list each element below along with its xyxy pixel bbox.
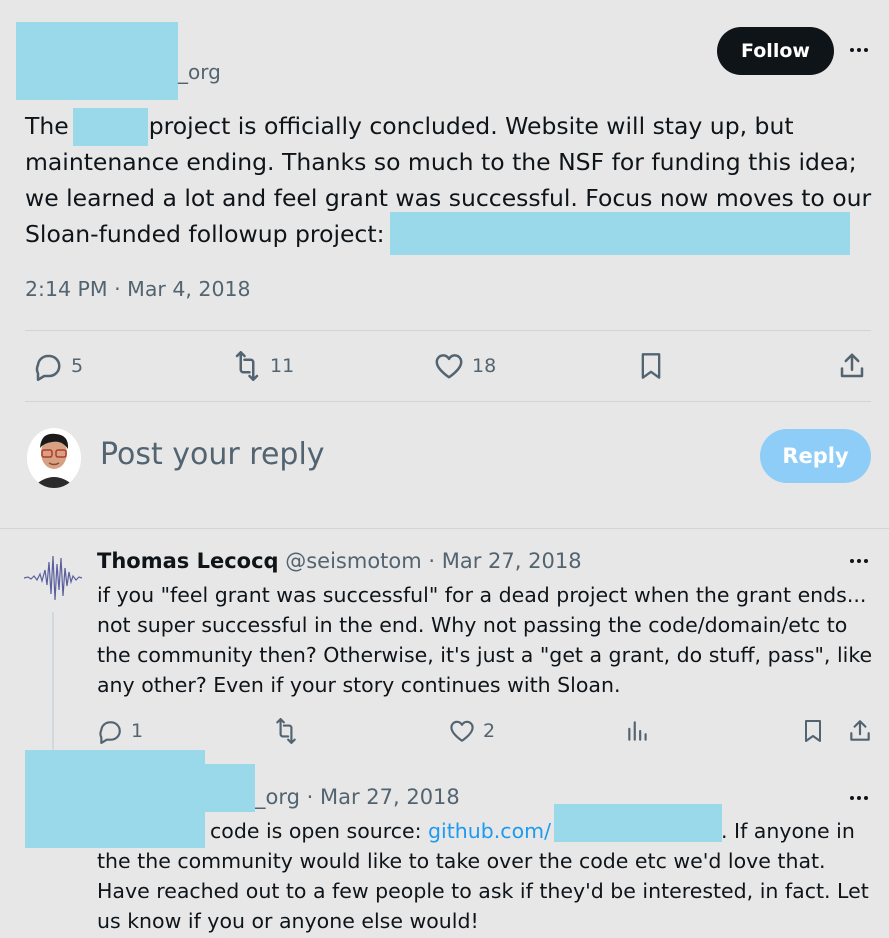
analytics-icon [628, 721, 647, 741]
reply-icon [35, 354, 61, 381]
repost-count: 11 [270, 355, 295, 377]
repost-icon [276, 718, 296, 744]
share-action[interactable] [837, 351, 867, 381]
tweet-thread: _org Follow The project is officially con… [0, 0, 889, 938]
thread-connector-line [52, 612, 54, 752]
seismogram-avatar[interactable] [22, 550, 84, 606]
repost-icon [235, 351, 259, 381]
reply-icon [99, 721, 121, 744]
reply-1-header: Thomas Lecocq @seismotom · Mar 27, 2018 [97, 549, 582, 573]
github-link[interactable]: github.com/ [428, 819, 551, 843]
reply-2-header: _org · Mar 27, 2018 [255, 785, 460, 809]
bookmark-icon [641, 353, 661, 379]
seismogram-avatar-image [23, 555, 83, 601]
more-options-icon[interactable] [850, 796, 868, 800]
post-timestamp[interactable]: 2:14 PM · Mar 4, 2018 [25, 277, 251, 301]
redacted-repo-path[interactable] [554, 804, 722, 842]
reply-2-text-part-1: code is open source: [210, 819, 422, 843]
like-count: 18 [472, 355, 497, 377]
reply-1-bookmark-action[interactable] [801, 718, 825, 744]
reply-action[interactable]: 5 [33, 351, 83, 381]
reply-1-like-action[interactable]: 2 [449, 718, 495, 744]
reply-button[interactable]: Reply [760, 429, 871, 483]
post-text-part-1: The [25, 112, 69, 140]
like-action[interactable]: 18 [434, 351, 496, 381]
reply-1-views-action[interactable] [625, 718, 651, 744]
redacted-avatar-and-name [25, 750, 205, 848]
share-icon [840, 353, 864, 378]
reply-1-handle-date[interactable]: @seismotom · Mar 27, 2018 [285, 549, 581, 573]
current-user-avatar[interactable] [27, 428, 81, 488]
reply-2-handle-date[interactable]: _org · Mar 27, 2018 [255, 785, 460, 809]
follow-button[interactable]: Follow [717, 27, 834, 75]
reply-1-share-action[interactable] [847, 718, 873, 744]
divider [0, 528, 889, 529]
more-options-icon[interactable] [850, 48, 868, 52]
redacted-project-link[interactable] [390, 212, 850, 255]
avatar-photo [27, 428, 81, 488]
reply-input[interactable]: Post your reply [100, 437, 325, 472]
reply-count: 5 [71, 355, 84, 377]
reply-1-text: if you "feel grant was successful" for a… [97, 583, 873, 697]
divider [25, 401, 871, 402]
divider [25, 330, 871, 331]
heart-icon [435, 354, 463, 379]
repost-action[interactable]: 11 [232, 351, 294, 381]
reply-1-author-name[interactable]: Thomas Lecocq [97, 549, 279, 573]
redacted-display-name [16, 22, 178, 100]
reply-2-text-part-2: . If anyone in [721, 819, 855, 843]
reply-1-reply-action[interactable]: 1 [97, 718, 143, 744]
reply-1-repost-action[interactable] [273, 718, 299, 744]
reply-1-reply-count: 1 [131, 720, 144, 742]
author-handle[interactable]: _org [178, 60, 221, 84]
bookmark-action[interactable] [637, 351, 665, 381]
redacted-project-name [73, 108, 148, 146]
reply-2-text-rest: the the community would like to take ove… [97, 849, 869, 933]
more-options-icon[interactable] [850, 559, 868, 563]
heart-icon [450, 720, 474, 742]
redacted-display-name [205, 764, 255, 812]
share-icon [850, 720, 870, 741]
bookmark-icon [805, 720, 821, 742]
reply-1-like-count: 2 [483, 720, 496, 742]
reply-2-text-line-1: code is open source: github.com/ . If any… [210, 816, 870, 846]
